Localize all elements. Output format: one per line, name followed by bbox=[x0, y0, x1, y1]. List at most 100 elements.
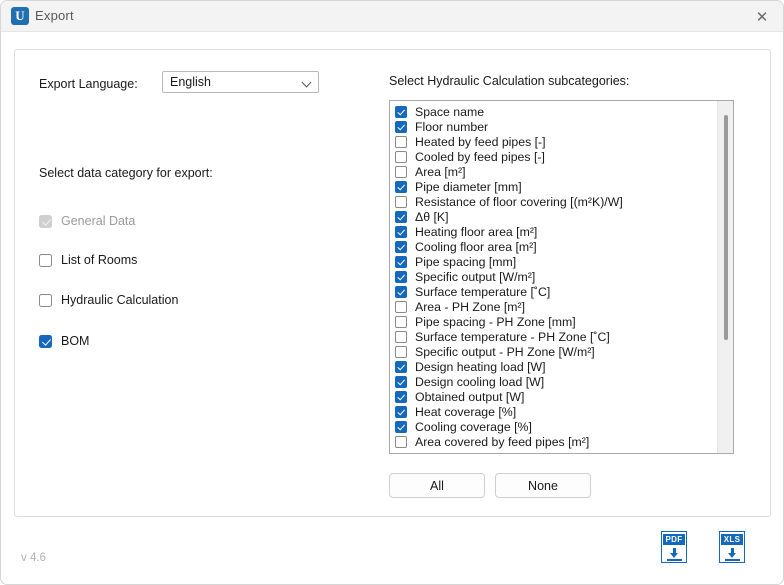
subcategory-list-item[interactable]: Specific output - PH Zone [W/m²] bbox=[390, 344, 715, 359]
app-logo-icon: U bbox=[11, 7, 29, 25]
checkbox-box-icon bbox=[395, 135, 407, 148]
subcategory-list-item[interactable]: Cooled by feed pipes [-] bbox=[390, 149, 715, 164]
subcategory-list-item[interactable]: Cooling floor area [m²] bbox=[390, 239, 715, 254]
subcategory-list-item[interactable]: Obtained output [W] bbox=[390, 389, 715, 404]
subcategory-list-item[interactable]: Surface temperature [˚C] bbox=[390, 284, 715, 299]
checkbox-box-icon bbox=[395, 165, 407, 178]
checkbox-box-icon bbox=[395, 345, 407, 358]
export-language-label: Export Language: bbox=[39, 77, 138, 91]
subcategory-list-item[interactable]: Area covered by feed pipes [m²] bbox=[390, 434, 715, 449]
subcategory-list-item[interactable]: Heating floor area [m²] bbox=[390, 224, 715, 239]
subcategories-listbox[interactable]: Space name Floor number Heated by feed pip… bbox=[389, 100, 734, 454]
subcategory-label: Heat coverage [%] bbox=[415, 404, 517, 419]
subcategory-label: Pipe diameter [mm] bbox=[415, 179, 522, 194]
checkbox-box-icon bbox=[395, 300, 407, 313]
xls-tag-label: XLS bbox=[721, 534, 743, 545]
subcategory-list-item[interactable]: Heat coverage [%] bbox=[390, 404, 715, 419]
subcategory-label: Cooled by feed pipes [-] bbox=[415, 149, 545, 164]
pdf-tag-label: PDF bbox=[663, 534, 685, 545]
checkbox-box-icon bbox=[395, 225, 407, 238]
checkbox-box-icon bbox=[395, 195, 407, 208]
checkbox-box-icon bbox=[39, 253, 52, 267]
subcategory-list-item[interactable]: Surface temperature - PH Zone [˚C] bbox=[390, 329, 715, 344]
category-checkbox-list-of-rooms[interactable]: List of Rooms bbox=[39, 251, 137, 269]
content-panel: Export Language: English Select data cat… bbox=[14, 49, 771, 517]
export-xls-button[interactable]: XLS bbox=[717, 531, 747, 565]
checkbox-box-icon bbox=[395, 315, 407, 328]
subcategory-label: Area [m²] bbox=[415, 164, 466, 179]
close-icon[interactable]: ✕ bbox=[739, 1, 783, 32]
category-label: BOM bbox=[61, 334, 90, 348]
subcategory-label: Space name bbox=[415, 104, 485, 119]
checkbox-box-icon bbox=[395, 375, 407, 388]
subcategory-label: Surface temperature - PH Zone [˚C] bbox=[415, 329, 610, 344]
checkbox-box-icon bbox=[39, 334, 52, 348]
checkbox-box-icon bbox=[395, 285, 407, 298]
title-bar: U Export ✕ bbox=[1, 1, 783, 32]
subcategory-label: Obtained output [W] bbox=[415, 389, 525, 404]
download-arrow-base-icon bbox=[667, 559, 682, 562]
subcategory-list-item[interactable]: Pipe spacing [mm] bbox=[390, 254, 715, 269]
subcategory-list-item[interactable]: Area - PH Zone [m²] bbox=[390, 299, 715, 314]
subcategory-list-item[interactable]: Cooling coverage [%] bbox=[390, 419, 715, 434]
checkbox-box-icon bbox=[395, 270, 407, 283]
subcategory-list-item[interactable]: Area [m²] bbox=[390, 164, 715, 179]
subcategory-label: Resistance of floor covering [(m²K)/W] bbox=[415, 194, 623, 209]
checkbox-box-icon bbox=[395, 435, 407, 448]
subcategory-label: Pipe spacing [mm] bbox=[415, 254, 517, 269]
subcategory-label: Design cooling load [W] bbox=[415, 374, 545, 389]
subcategory-list-item[interactable]: Floor number bbox=[390, 119, 715, 134]
export-language-value: English bbox=[170, 75, 211, 89]
subcategory-list-item[interactable]: Pipe diameter [mm] bbox=[390, 179, 715, 194]
checkbox-box-icon bbox=[395, 405, 407, 418]
subcategories-list: Space name Floor number Heated by feed pip… bbox=[390, 104, 715, 449]
subcategory-list-item[interactable]: Design heating load [W] bbox=[390, 359, 715, 374]
checkbox-box-icon bbox=[39, 214, 52, 228]
scrollbar-thumb[interactable] bbox=[724, 115, 728, 340]
version-label: v 4.6 bbox=[21, 552, 46, 564]
subcategory-list-item[interactable]: Specific output [W/m²] bbox=[390, 269, 715, 284]
subcategory-label: Design heating load [W] bbox=[415, 359, 546, 374]
checkbox-box-icon bbox=[395, 120, 407, 133]
checkbox-box-icon bbox=[395, 390, 407, 403]
subcategory-label: Heating floor area [m²] bbox=[415, 224, 538, 239]
subcategory-label: Cooling floor area [m²] bbox=[415, 239, 537, 254]
chevron-down-icon bbox=[303, 79, 311, 87]
subcategory-label: Cooling coverage [%] bbox=[415, 419, 532, 434]
checkbox-box-icon bbox=[395, 105, 407, 118]
subcategory-label: Specific output - PH Zone [W/m²] bbox=[415, 344, 595, 359]
select-all-button[interactable]: All bbox=[389, 473, 485, 498]
subcategory-list-item[interactable]: Δθ [K] bbox=[390, 209, 715, 224]
subcategory-label: Floor number bbox=[415, 119, 489, 134]
subcategory-list-item[interactable]: Space name bbox=[390, 104, 715, 119]
subcategories-label: Select Hydraulic Calculation subcategori… bbox=[389, 74, 630, 88]
export-language-select[interactable]: English bbox=[162, 71, 319, 93]
category-checkbox-hydraulic-calculation[interactable]: Hydraulic Calculation bbox=[39, 291, 178, 309]
category-label: Hydraulic Calculation bbox=[61, 293, 179, 307]
subcategory-list-item[interactable]: Pipe spacing - PH Zone [mm] bbox=[390, 314, 715, 329]
subcategory-label: Specific output [W/m²] bbox=[415, 269, 536, 284]
subcategory-label: Heated by feed pipes [-] bbox=[415, 134, 546, 149]
subcategory-list-item[interactable]: Design cooling load [W] bbox=[390, 374, 715, 389]
category-label: List of Rooms bbox=[61, 253, 138, 267]
category-label: General Data bbox=[61, 214, 136, 228]
window-title: Export bbox=[35, 8, 74, 23]
category-checkbox-bom[interactable]: BOM bbox=[39, 332, 89, 350]
subcategory-label: Area covered by feed pipes [m²] bbox=[415, 434, 590, 449]
subcategory-label: Δθ [K] bbox=[415, 209, 449, 224]
checkbox-box-icon bbox=[39, 293, 52, 307]
select-none-button[interactable]: None bbox=[495, 473, 591, 498]
list-scrollbar[interactable] bbox=[717, 101, 733, 453]
checkbox-box-icon bbox=[395, 330, 407, 343]
checkbox-box-icon bbox=[395, 150, 407, 163]
export-pdf-button[interactable]: PDF bbox=[659, 531, 689, 565]
subcategory-list-item[interactable]: Resistance of floor covering [(m²K)/W] bbox=[390, 194, 715, 209]
checkbox-box-icon bbox=[395, 360, 407, 373]
subcategory-label: Area - PH Zone [m²] bbox=[415, 299, 526, 314]
subcategory-list-item[interactable]: Heated by feed pipes [-] bbox=[390, 134, 715, 149]
download-arrow-head-icon bbox=[728, 553, 736, 558]
subcategory-label: Pipe spacing - PH Zone [mm] bbox=[415, 314, 576, 329]
checkbox-box-icon bbox=[395, 210, 407, 223]
checkbox-box-icon bbox=[395, 255, 407, 268]
download-arrow-base-icon bbox=[725, 559, 740, 562]
